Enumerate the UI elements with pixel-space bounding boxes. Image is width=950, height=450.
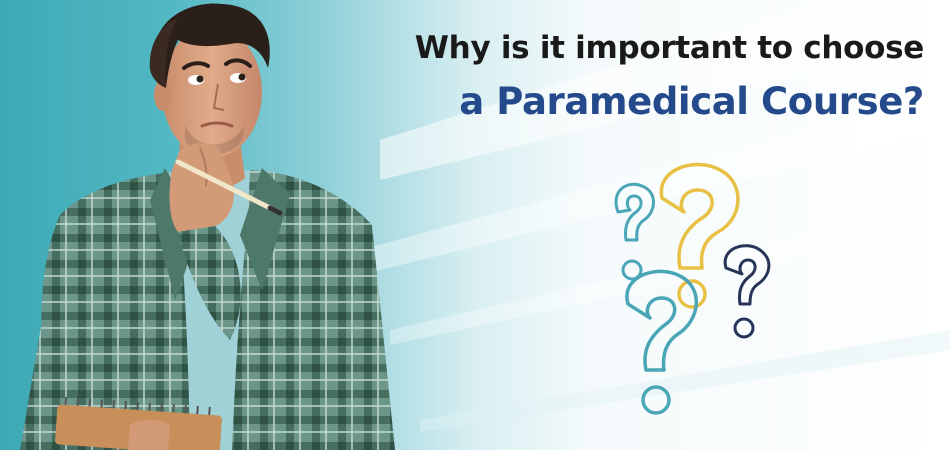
question-marks-group [614, 162, 771, 415]
banner: Why is it important to choose a Paramedi… [0, 0, 950, 450]
heading-line-2: a Paramedical Course? [459, 80, 924, 123]
heading-line-1: Why is it important to choose [414, 30, 925, 66]
question-mark-icon [659, 162, 740, 309]
question-mark-icon [614, 182, 655, 281]
question-mark-icon [723, 244, 771, 339]
question-mark-icon [625, 269, 698, 415]
thinking-man-illustration [20, 3, 395, 450]
banner-heading: Why is it important to choose a Paramedi… [404, 24, 925, 132]
